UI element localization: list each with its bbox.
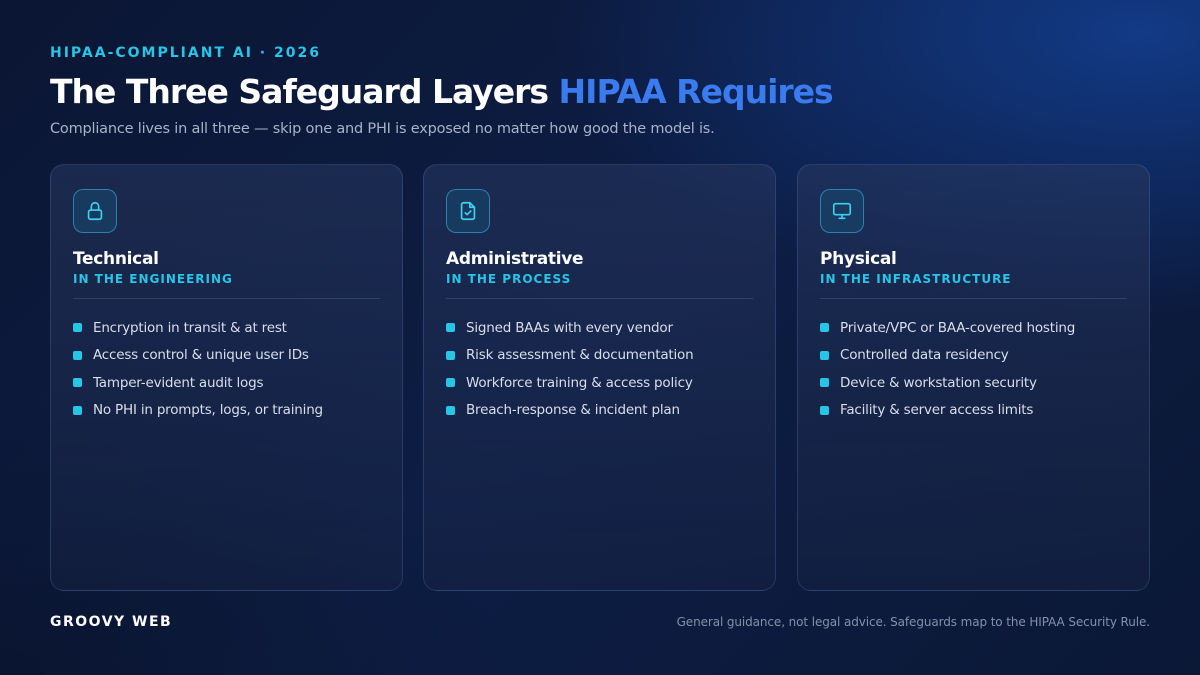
- list-item: Signed BAAs with every vendor: [446, 314, 693, 342]
- bullet-icon: [446, 378, 455, 388]
- list-item: Encryption in transit & at rest: [73, 314, 323, 342]
- list-item-label: Controlled data residency: [840, 347, 1009, 364]
- bullet-icon: [446, 405, 455, 415]
- list-item: Facility & server access limits: [820, 397, 1075, 425]
- list-item-label: Signed BAAs with every vendor: [466, 319, 673, 336]
- card-subtitle: IN THE PROCESS: [446, 272, 572, 286]
- card-subtitle: IN THE INFRASTRUCTURE: [820, 272, 1012, 286]
- card-title: Technical: [73, 249, 159, 269]
- card-divider: [446, 298, 753, 299]
- bullet-icon: [446, 323, 455, 333]
- page-title-accent: HIPAA Requires: [558, 72, 834, 111]
- list-item-label: Risk assessment & documentation: [466, 347, 694, 364]
- list-item: Access control & unique user IDs: [73, 342, 323, 370]
- list-item-label: No PHI in prompts, logs, or training: [93, 402, 323, 419]
- safeguard-list: Encryption in transit & at rest Access c…: [73, 314, 323, 424]
- list-item: Device & workstation security: [820, 369, 1075, 397]
- page-title-main: The Three Safeguard Layers: [50, 72, 549, 111]
- list-item-label: Breach-response & incident plan: [466, 402, 680, 419]
- safeguard-card-technical: Technical IN THE ENGINEERING Encryption …: [50, 164, 403, 591]
- page-title: The Three Safeguard Layers HIPAA Require…: [50, 72, 834, 111]
- list-item-label: Workforce training & access policy: [466, 374, 693, 391]
- bullet-icon: [820, 378, 829, 388]
- list-item: Tamper-evident audit logs: [73, 369, 323, 397]
- monitor-icon: [820, 189, 864, 233]
- card-divider: [73, 298, 380, 299]
- list-item-label: Private/VPC or BAA-covered hosting: [840, 319, 1076, 336]
- safeguard-card-administrative: Administrative IN THE PROCESS Signed BAA…: [423, 164, 776, 591]
- document-check-icon: [446, 189, 490, 233]
- bullet-icon: [446, 350, 455, 360]
- safeguard-card-physical: Physical IN THE INFRASTRUCTURE Private/V…: [797, 164, 1150, 591]
- list-item-label: Tamper-evident audit logs: [93, 374, 264, 391]
- list-item: Controlled data residency: [820, 342, 1075, 370]
- bullet-icon: [820, 323, 829, 333]
- card-title: Physical: [820, 249, 897, 269]
- list-item: Breach-response & incident plan: [446, 397, 693, 425]
- eyebrow-label: HIPAA-COMPLIANT AI · 2026: [50, 45, 321, 61]
- safeguard-list: Signed BAAs with every vendor Risk asses…: [446, 314, 694, 425]
- bullet-icon: [73, 378, 82, 388]
- page-subtitle: Compliance lives in all three — skip one…: [50, 121, 715, 137]
- list-item-label: Encryption in transit & at rest: [93, 319, 287, 336]
- bullet-icon: [73, 405, 82, 415]
- bullet-icon: [820, 405, 829, 415]
- list-item: Private/VPC or BAA-covered hosting: [820, 314, 1075, 342]
- bullet-icon: [73, 350, 82, 360]
- safeguard-list: Private/VPC or BAA-covered hosting Contr…: [820, 314, 1075, 424]
- lock-icon: [73, 189, 117, 233]
- list-item-label: Facility & server access limits: [840, 402, 1034, 419]
- footer-disclaimer: General guidance, not legal advice. Safe…: [676, 615, 1151, 629]
- card-subtitle: IN THE ENGINEERING: [73, 272, 233, 286]
- list-item: Risk assessment & documentation: [446, 342, 694, 370]
- list-item: Workforce training & access policy: [446, 369, 693, 397]
- card-title: Administrative: [446, 249, 584, 269]
- list-item-label: Device & workstation security: [840, 374, 1037, 391]
- bullet-icon: [820, 350, 829, 360]
- list-item-label: Access control & unique user IDs: [93, 347, 309, 364]
- card-divider: [820, 298, 1127, 299]
- brand-logo-text: GROOVY WEB: [50, 614, 173, 630]
- list-item: No PHI in prompts, logs, or training: [73, 397, 323, 425]
- bullet-icon: [73, 323, 82, 333]
